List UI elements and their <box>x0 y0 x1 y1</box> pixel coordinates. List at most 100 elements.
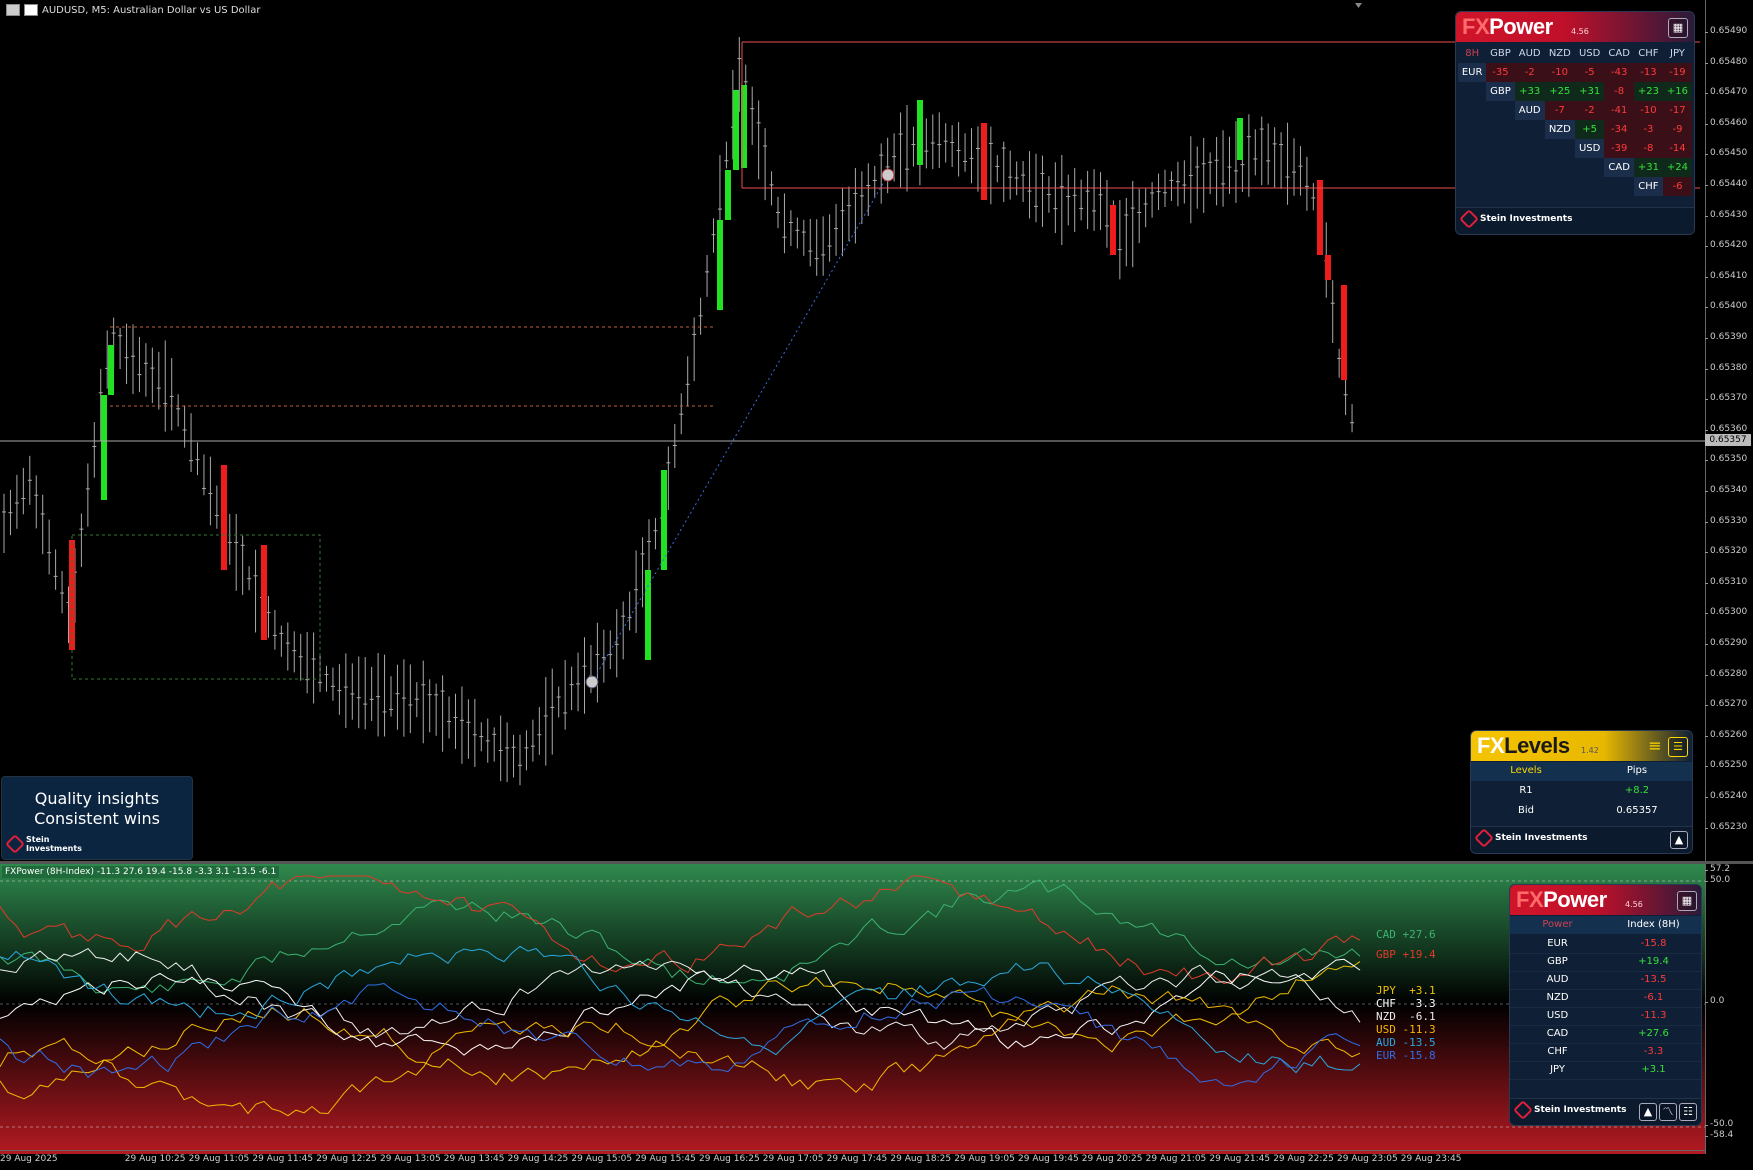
index-row[interactable]: USD -11.3 <box>1510 1007 1701 1026</box>
fxlevels-header[interactable]: FXLevels 1.42 ≡ ☰ <box>1471 731 1692 761</box>
matrix-cell[interactable]: -7 <box>1544 101 1575 120</box>
time-tick: 29 Aug 16:25 <box>699 1154 760 1164</box>
matrix-row: CHF -6 <box>1458 177 1692 196</box>
chart-lines-icon[interactable]: 〽 <box>1659 1103 1677 1121</box>
matrix-cell[interactable]: -43 <box>1604 63 1634 82</box>
grid-menu-icon[interactable]: ▦ <box>1677 891 1697 911</box>
price-tick: 0.65280 <box>1704 668 1748 679</box>
bear-candle <box>1341 285 1347 380</box>
matrix-cell[interactable]: -35 <box>1486 63 1515 82</box>
fxpower-index-chart[interactable] <box>0 864 1705 1154</box>
matrix-cell[interactable]: -9 <box>1662 120 1692 139</box>
matrix-col-header: CAD <box>1608 48 1630 59</box>
stein-logo-icon <box>1474 828 1494 848</box>
panel-footer: Stein Investments ▲ 〽 ☷ <box>1510 1098 1701 1125</box>
price-chart[interactable] <box>0 0 1705 862</box>
matrix-cell[interactable]: +31 <box>1574 82 1605 101</box>
fxpower-index-panel[interactable]: FXPower 4.56 ▦ Power Index (8H) EUR -15.8… <box>1509 884 1702 1126</box>
bull-candle <box>645 570 651 660</box>
version-label: 1.42 <box>1581 746 1599 755</box>
alert-bell-icon[interactable]: ▲ <box>1670 831 1688 849</box>
matrix-cell[interactable]: -2 <box>1574 101 1605 120</box>
matrix-cell[interactable]: -10 <box>1544 63 1575 82</box>
version-label: 4.56 <box>1625 900 1643 909</box>
index-row[interactable]: NZD -6.1 <box>1510 989 1701 1008</box>
matrix-cell[interactable]: -8 <box>1604 82 1634 101</box>
fxpower-matrix-panel[interactable]: FXPower 4.56 ▦ 8H GBP AUD NZD USD CAD CHF JPY EU… <box>1455 11 1695 235</box>
index-row[interactable]: CAD +27.6 <box>1510 1025 1701 1044</box>
alert-bell-icon[interactable]: ▲ <box>1639 1103 1657 1121</box>
index-currency: CAD <box>1546 1028 1569 1039</box>
index-tick: -50.0 <box>1704 1119 1734 1129</box>
matrix-cell[interactable]: +16 <box>1662 82 1692 101</box>
time-tick: 29 Aug 23:45 <box>1400 1154 1462 1164</box>
matrix-cell[interactable]: -3 <box>1633 120 1663 139</box>
time-tick: 29 Aug 19:05 <box>954 1154 1015 1164</box>
matrix-cell[interactable]: -34 <box>1604 120 1634 139</box>
trade-entry-icon[interactable] <box>585 675 599 689</box>
matrix-cell[interactable]: -13 <box>1633 63 1663 82</box>
price-scale[interactable]: 0.65490 0.65480 0.65470 0.65460 0.65450 0.654… <box>1704 0 1753 862</box>
currency-index-label: CHF -3.3 <box>1376 997 1436 1010</box>
matrix-cell[interactable]: -8 <box>1633 139 1663 158</box>
matrix-cell[interactable]: +24 <box>1662 158 1692 177</box>
time-tick: 29 Aug 23:05 <box>1337 1154 1398 1164</box>
levels-row[interactable]: Bid 0.65357 <box>1471 802 1692 821</box>
fxpower-header[interactable]: FXPower 4.56 ▦ <box>1510 885 1701 915</box>
index-row[interactable]: CHF -3.3 <box>1510 1043 1701 1062</box>
time-tick: 29 Aug 11:05 <box>188 1154 250 1164</box>
list-icon[interactable]: ☷ <box>1679 1103 1697 1121</box>
bear-candle <box>1325 255 1331 280</box>
matrix-cell[interactable]: +31 <box>1633 158 1663 177</box>
matrix-cell[interactable]: -17 <box>1662 101 1692 120</box>
price-tick: 0.65320 <box>1704 546 1748 557</box>
index-row[interactable]: EUR -15.8 <box>1510 935 1701 954</box>
promo-box[interactable]: Quality insights Consistent wins Stein In… <box>1 776 193 860</box>
price-tick: 0.65430 <box>1704 209 1748 220</box>
matrix-cell[interactable]: +5 <box>1574 120 1605 139</box>
fxpower-header[interactable]: FXPower 4.56 ▦ <box>1456 12 1694 42</box>
price-tick: 0.65230 <box>1704 821 1748 832</box>
indicator-scale[interactable]: 57.2 50.0 0.0 -50.0 -58.4 <box>1704 864 1753 1154</box>
price-tick: 0.65450 <box>1704 148 1748 159</box>
matrix-cell[interactable]: -39 <box>1604 139 1634 158</box>
index-row[interactable]: GBP +19.4 <box>1510 953 1701 972</box>
trade-exit-icon[interactable] <box>881 168 895 182</box>
matrix-cell[interactable]: +25 <box>1544 82 1575 101</box>
matrix-cell[interactable]: -41 <box>1604 101 1634 120</box>
index-row[interactable]: JPY +3.1 <box>1510 1061 1701 1080</box>
price-tick: 0.65380 <box>1704 362 1748 373</box>
matrix-cell[interactable]: +23 <box>1633 82 1663 101</box>
matrix-cell[interactable]: -2 <box>1514 63 1545 82</box>
level-pips: +8.2 <box>1624 785 1650 796</box>
bear-candle <box>1110 205 1116 255</box>
promo-line-1: Quality insights <box>34 789 160 808</box>
list-icon[interactable]: ☰ <box>1668 737 1688 757</box>
bull-candle <box>101 395 107 500</box>
index-tick: -58.4 <box>1704 1130 1734 1140</box>
index-header-row: Power Index (8H) <box>1510 916 1701 934</box>
fxlevels-panel[interactable]: FXLevels 1.42 ≡ ☰ Levels Pips R1 +8.2 Bi… <box>1470 730 1693 854</box>
grid-menu-icon[interactable]: ▦ <box>1668 18 1688 38</box>
chart-window-icon <box>24 4 38 16</box>
indicator-title: FXPower (8H-Index) -11.3 27.6 19.4 -15.8… <box>2 866 280 878</box>
matrix-cell[interactable]: +33 <box>1514 82 1545 101</box>
version-label: 4.56 <box>1571 27 1589 36</box>
menu-lines-icon[interactable]: ≡ <box>1646 737 1664 755</box>
matrix-cell[interactable]: -10 <box>1633 101 1663 120</box>
index-row[interactable]: AUD -13.5 <box>1510 971 1701 990</box>
currency-index-label: NZD -6.1 <box>1376 1010 1436 1023</box>
time-axis[interactable]: 29 Aug 2025 29 Aug 10:25 29 Aug 11:05 29 Au… <box>0 1150 1705 1170</box>
levels-row[interactable]: R1 +8.2 <box>1471 782 1692 801</box>
price-tick: 0.65370 <box>1704 393 1748 404</box>
matrix-cell[interactable]: -6 <box>1662 177 1692 196</box>
matrix-cell[interactable]: -5 <box>1574 63 1605 82</box>
index-currency: CHF <box>1547 1046 1568 1057</box>
fxlevels-brand: FXLevels <box>1477 733 1570 758</box>
matrix-col-header: NZD <box>1548 48 1571 59</box>
matrix-cell[interactable]: -19 <box>1662 63 1692 82</box>
shift-marker-icon[interactable] <box>1355 3 1362 8</box>
matrix-row: USD -39 -8 -14 <box>1458 139 1692 158</box>
matrix-cell[interactable]: -14 <box>1662 139 1692 158</box>
price-tick: 0.65260 <box>1704 729 1748 740</box>
